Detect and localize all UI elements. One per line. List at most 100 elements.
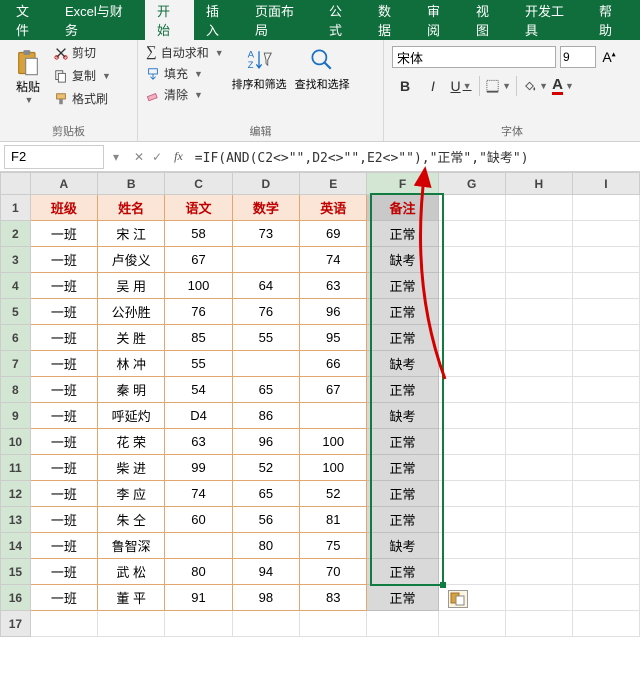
cell-E3[interactable]: 74 [300,247,367,273]
autosum-button[interactable]: ∑自动求和▼ [146,44,224,61]
name-box[interactable]: F2 [4,145,104,169]
cell-E12[interactable]: 52 [300,481,367,507]
cell-H7[interactable] [505,351,572,377]
cell-B17[interactable] [98,611,165,637]
fill-button[interactable]: 填充▼ [146,65,224,82]
cell-A9[interactable]: 一班 [30,403,97,429]
cell-A6[interactable]: 一班 [30,325,97,351]
cell-H13[interactable] [505,507,572,533]
cell-B4[interactable]: 吴 用 [98,273,165,299]
cell-H11[interactable] [505,455,572,481]
col-head-I[interactable]: I [572,173,639,195]
cell-A11[interactable]: 一班 [30,455,97,481]
cell-D11[interactable]: 52 [232,455,299,481]
cell-C4[interactable]: 100 [165,273,232,299]
cell-A5[interactable]: 一班 [30,299,97,325]
cell-F14[interactable]: 缺考 [367,533,438,559]
cell-A10[interactable]: 一班 [30,429,97,455]
cell-C2[interactable]: 58 [165,221,232,247]
cell-G6[interactable] [438,325,505,351]
cell-D15[interactable]: 94 [232,559,299,585]
cell-F4[interactable]: 正常 [367,273,438,299]
paste-options-button[interactable] [448,590,468,608]
cell-F16[interactable]: 正常 [367,585,438,611]
cell-F12[interactable]: 正常 [367,481,438,507]
cell-C15[interactable]: 80 [165,559,232,585]
select-all-corner[interactable] [1,173,31,195]
cell-H5[interactable] [505,299,572,325]
cell-H12[interactable] [505,481,572,507]
cell-I1[interactable] [572,195,639,221]
cell-B12[interactable]: 李 应 [98,481,165,507]
cell-C9[interactable]: D4 [165,403,232,429]
cell-I3[interactable] [572,247,639,273]
col-head-G[interactable]: G [438,173,505,195]
cell-I7[interactable] [572,351,639,377]
col-head-D[interactable]: D [232,173,299,195]
cell-I6[interactable] [572,325,639,351]
cell-B11[interactable]: 柴 进 [98,455,165,481]
cell-A8[interactable]: 一班 [30,377,97,403]
cell-G1[interactable] [438,195,505,221]
cell-F8[interactable]: 正常 [367,377,438,403]
cell-E13[interactable]: 81 [300,507,367,533]
find-select-button[interactable]: 查找和选择 [295,44,350,92]
row-head-16[interactable]: 16 [1,585,31,611]
cell-D16[interactable]: 98 [232,585,299,611]
row-head-1[interactable]: 1 [1,195,31,221]
cell-C14[interactable] [165,533,232,559]
cancel-formula-button[interactable]: ✕ [134,150,144,164]
underline-button[interactable]: U▼ [448,74,474,98]
cell-B16[interactable]: 董 平 [98,585,165,611]
cell-A2[interactable]: 一班 [30,221,97,247]
cell-B15[interactable]: 武 松 [98,559,165,585]
cell-B6[interactable]: 关 胜 [98,325,165,351]
border-button[interactable]: ▼ [485,74,511,98]
cell-I11[interactable] [572,455,639,481]
cell-G5[interactable] [438,299,505,325]
cell-D17[interactable] [232,611,299,637]
cell-C7[interactable]: 55 [165,351,232,377]
row-head-6[interactable]: 6 [1,325,31,351]
cell-H4[interactable] [505,273,572,299]
row-head-9[interactable]: 9 [1,403,31,429]
cell-C6[interactable]: 85 [165,325,232,351]
cell-I8[interactable] [572,377,639,403]
cell-G7[interactable] [438,351,505,377]
cell-F17[interactable] [367,611,438,637]
cell-C17[interactable] [165,611,232,637]
cell-F10[interactable]: 正常 [367,429,438,455]
cell-F7[interactable]: 缺考 [367,351,438,377]
cell-H15[interactable] [505,559,572,585]
cell-H9[interactable] [505,403,572,429]
cell-E11[interactable]: 100 [300,455,367,481]
name-box-dropdown[interactable]: ▾ [108,150,124,164]
cell-F6[interactable]: 正常 [367,325,438,351]
accept-formula-button[interactable]: ✓ [152,150,162,164]
cell-F11[interactable]: 正常 [367,455,438,481]
row-head-2[interactable]: 2 [1,221,31,247]
cell-D2[interactable]: 73 [232,221,299,247]
cell-C1[interactable]: 语文 [165,195,232,221]
cell-C10[interactable]: 63 [165,429,232,455]
cell-F1[interactable]: 备注 [367,195,438,221]
cell-I9[interactable] [572,403,639,429]
cell-A12[interactable]: 一班 [30,481,97,507]
cell-E17[interactable] [300,611,367,637]
cell-G8[interactable] [438,377,505,403]
cell-G15[interactable] [438,559,505,585]
cell-G14[interactable] [438,533,505,559]
cell-H16[interactable] [505,585,572,611]
cell-B10[interactable]: 花 荣 [98,429,165,455]
font-name-select[interactable] [392,46,556,68]
cell-B7[interactable]: 林 冲 [98,351,165,377]
cell-E1[interactable]: 英语 [300,195,367,221]
cell-I17[interactable] [572,611,639,637]
font-size-select[interactable] [560,46,596,68]
cell-D3[interactable] [232,247,299,273]
cell-E4[interactable]: 63 [300,273,367,299]
cell-G9[interactable] [438,403,505,429]
cell-F5[interactable]: 正常 [367,299,438,325]
cell-F13[interactable]: 正常 [367,507,438,533]
row-head-8[interactable]: 8 [1,377,31,403]
